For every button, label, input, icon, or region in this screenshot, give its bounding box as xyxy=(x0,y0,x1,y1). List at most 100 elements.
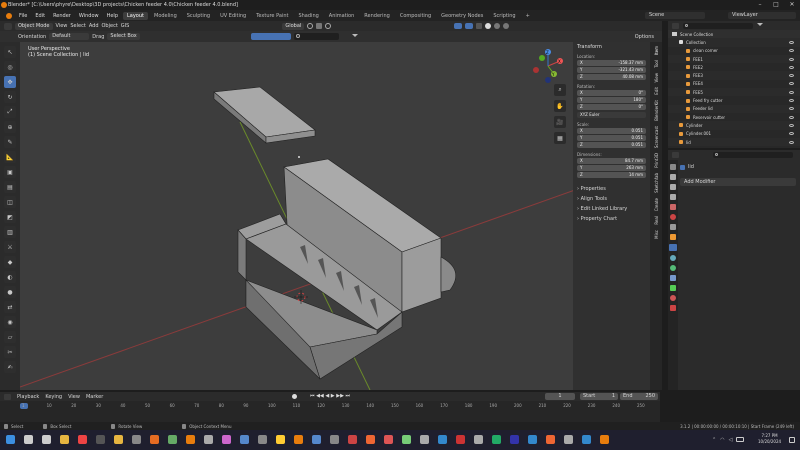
visibility-eye-icon[interactable] xyxy=(789,115,794,119)
menu-gis[interactable]: GIS xyxy=(121,23,130,29)
visibility-eye-icon[interactable] xyxy=(789,132,794,136)
transform-tool-icon[interactable]: ⊕ xyxy=(4,121,16,133)
move-tool-icon[interactable]: ✥ xyxy=(4,76,16,88)
menu-marker[interactable]: Marker xyxy=(86,394,103,400)
overlays-icon[interactable] xyxy=(465,23,474,29)
outliner-row[interactable]: FEE4 xyxy=(668,80,800,88)
firefox-icon[interactable] xyxy=(150,435,159,444)
tab-geometry-nodes[interactable]: Geometry Nodes xyxy=(437,12,487,20)
visibility-eye-icon[interactable] xyxy=(789,140,794,144)
object-tab-icon[interactable] xyxy=(670,234,676,240)
tab-layout[interactable]: Layout xyxy=(123,11,148,20)
outliner-row[interactable]: Feeder lid xyxy=(668,104,800,113)
add-cube-tool-icon[interactable]: ▣ xyxy=(4,166,16,178)
tab-misc[interactable]: Misc xyxy=(654,230,659,239)
modifier-tab-icon[interactable] xyxy=(669,244,677,251)
visibility-eye-icon[interactable] xyxy=(789,74,794,78)
tab-screencast[interactable]: Screencast xyxy=(654,126,659,148)
task-view-icon[interactable] xyxy=(42,435,51,444)
tab-texture-paint[interactable]: Texture Paint xyxy=(252,12,292,20)
app-icon[interactable] xyxy=(168,435,177,444)
app-icon[interactable] xyxy=(474,435,483,444)
app-icon[interactable] xyxy=(510,435,519,444)
view-layer-tab-icon[interactable] xyxy=(670,194,676,200)
extrude-tool-icon[interactable]: ▤ xyxy=(4,181,16,193)
app-icon[interactable] xyxy=(456,435,465,444)
outliner-row[interactable]: Reservoir cutter xyxy=(668,113,800,121)
add-modifier-button[interactable]: Add Modifier xyxy=(680,178,796,186)
app-icon[interactable] xyxy=(420,435,429,444)
rip-tool-icon[interactable]: ✂ xyxy=(4,346,16,358)
steam-icon[interactable] xyxy=(96,435,105,444)
wifi-icon[interactable]: ◠ xyxy=(720,437,724,443)
app-icon[interactable] xyxy=(528,435,537,444)
editor-type-icon[interactable] xyxy=(4,22,12,30)
poly-build-tool-icon[interactable]: ◆ xyxy=(4,256,16,268)
blender-menu-icon[interactable] xyxy=(6,12,12,19)
spin-tool-icon[interactable]: ◐ xyxy=(4,271,16,283)
tab-uv-editing[interactable]: UV Editing xyxy=(216,12,250,20)
app-icon[interactable] xyxy=(546,435,555,444)
tool-tab-icon[interactable] xyxy=(670,164,676,170)
viewlayer-selector[interactable]: ViewLayer xyxy=(728,12,796,19)
app-icon[interactable] xyxy=(492,435,501,444)
search-field[interactable] xyxy=(293,33,339,40)
bevel-tool-icon[interactable]: ◩ xyxy=(4,211,16,223)
menu-window[interactable]: Window xyxy=(76,12,102,20)
outliner-search[interactable] xyxy=(683,22,753,29)
visibility-eye-icon[interactable] xyxy=(789,90,794,94)
menu-render[interactable]: Render xyxy=(50,12,74,20)
battery-icon[interactable] xyxy=(736,437,745,442)
tab-create[interactable]: Create xyxy=(654,198,659,211)
scale-x-field[interactable]: 0.051 xyxy=(632,128,643,134)
physics-tab-icon[interactable] xyxy=(670,265,676,271)
close-button[interactable]: ✕ xyxy=(784,0,800,10)
app-icon[interactable] xyxy=(240,435,249,444)
shrink-tool-icon[interactable]: ◉ xyxy=(4,316,16,328)
loop-cut-tool-icon[interactable]: ▥ xyxy=(4,226,16,238)
location-x-field[interactable]: -158.37 mm xyxy=(618,60,643,66)
blender-icon[interactable] xyxy=(186,435,195,444)
world-tab-icon[interactable] xyxy=(670,214,676,220)
rotation-y-field[interactable]: 180° xyxy=(633,97,643,103)
outliner-row[interactable]: Feed fry cutter xyxy=(668,96,800,104)
cursor-tool-icon[interactable]: ◎ xyxy=(4,61,16,73)
shading-solid-icon[interactable] xyxy=(485,23,492,29)
select-tool-icon[interactable]: ↖ xyxy=(4,46,16,58)
location-z-field[interactable]: 40.08 mm xyxy=(622,74,643,80)
orientation-dropdown[interactable]: Default xyxy=(49,33,90,40)
rotate-tool-icon[interactable]: ↻ xyxy=(4,91,16,103)
app-icon[interactable] xyxy=(564,435,573,444)
outliner-row[interactable]: clean corner xyxy=(668,47,800,55)
navigation-gizmo[interactable]: X Y Z xyxy=(530,48,570,88)
menu-keying[interactable]: Keying xyxy=(45,394,62,400)
inset-tool-icon[interactable]: ◫ xyxy=(4,196,16,208)
tab-item[interactable]: Item xyxy=(654,46,659,55)
tab-animation[interactable]: Animation xyxy=(325,12,359,20)
menu-view[interactable]: View xyxy=(56,23,68,29)
menu-view[interactable]: View xyxy=(68,394,80,400)
menu-edit[interactable]: Edit xyxy=(32,12,48,20)
3d-viewport[interactable]: User Perspective (1) Scene Collection | … xyxy=(20,42,575,390)
outliner-row[interactable]: Cylinder.001 xyxy=(668,130,800,138)
scene-tab-icon[interactable] xyxy=(670,204,676,210)
search-icon[interactable] xyxy=(24,435,33,444)
tab-shading[interactable]: Shading xyxy=(294,12,322,20)
tab-compositing[interactable]: Compositing xyxy=(396,12,435,20)
select-mode-icons[interactable] xyxy=(250,33,291,40)
proportional-icon[interactable] xyxy=(325,23,332,29)
blender-icon[interactable] xyxy=(600,435,609,444)
record-button[interactable] xyxy=(292,394,297,399)
app-icon[interactable] xyxy=(294,435,303,444)
minimize-button[interactable]: – xyxy=(752,0,768,10)
add-workspace-button[interactable]: + xyxy=(522,12,534,20)
app-icon[interactable] xyxy=(222,435,231,444)
visibility-eye-icon[interactable] xyxy=(789,107,794,111)
app-icon[interactable] xyxy=(348,435,357,444)
material-tab-icon[interactable] xyxy=(670,295,676,301)
outliner-root[interactable]: Scene Collection xyxy=(668,30,800,39)
scale-z-field[interactable]: 0.051 xyxy=(632,142,643,148)
app-icon[interactable] xyxy=(330,435,339,444)
outliner-editor-icon[interactable] xyxy=(672,22,679,29)
data-tab-icon[interactable] xyxy=(670,285,676,291)
